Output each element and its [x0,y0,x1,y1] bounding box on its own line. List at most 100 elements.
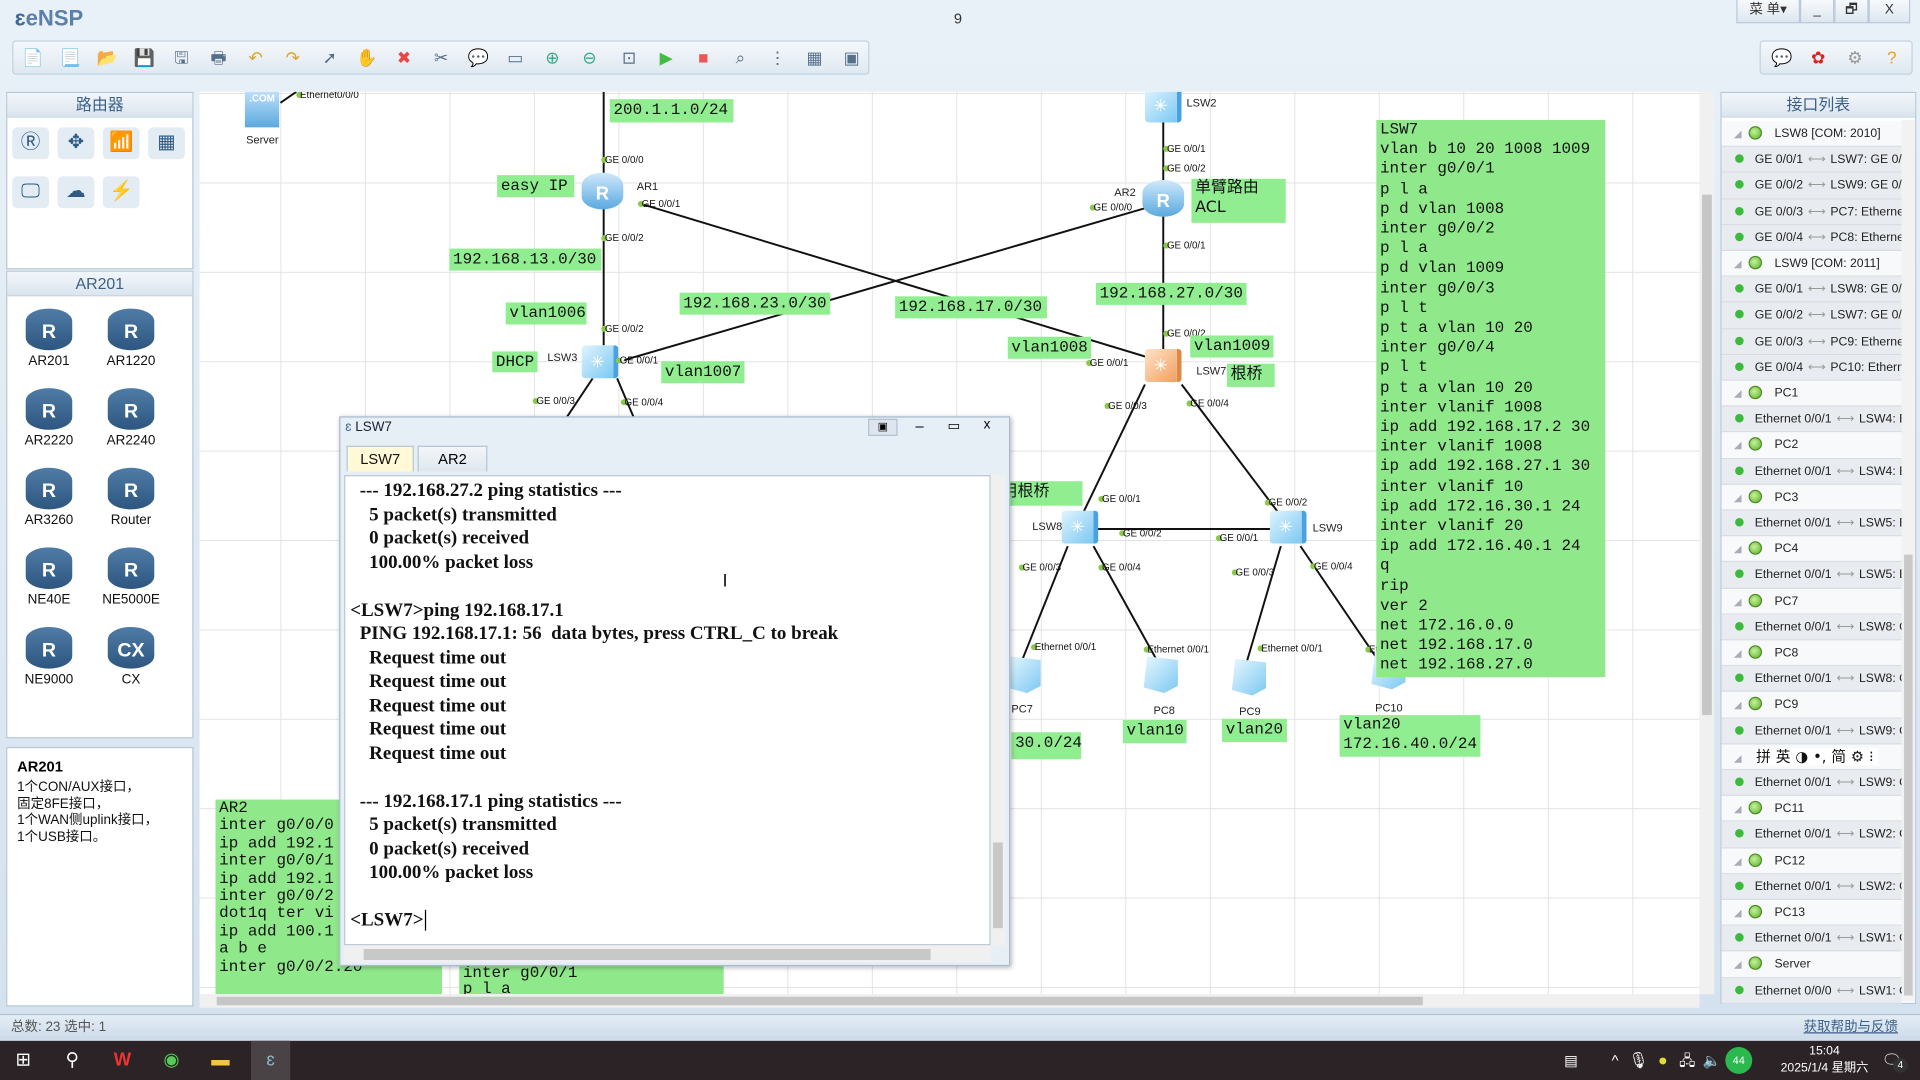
zoom-in-icon[interactable]: ⊕ [541,47,563,69]
ime-button[interactable]: ⁝ [1869,748,1874,765]
topology-note[interactable]: 根桥 [1226,363,1275,387]
device-ar3260[interactable]: R AR3260 [12,467,85,528]
expand-triangle-icon[interactable]: ◢ [1734,753,1742,764]
ime-button[interactable]: 拼 [1756,748,1771,765]
interface-link-row[interactable]: Ethernet 0/0/1 ⟷LSW5: Et [1721,510,1902,537]
switch-category-icon[interactable]: ✥ [57,127,95,160]
topology-note[interactable]: 192.168.27.0/30 [1095,282,1247,305]
device-ne5000e[interactable]: R NE5000E [94,547,167,607]
delete-icon[interactable]: ✖ [393,47,415,69]
pan-hand-icon[interactable]: ✋ [356,47,378,69]
canvas-vertical-scrollbar[interactable] [1699,91,1715,995]
wireless-category-icon[interactable]: 📶 [102,127,140,160]
interface-group-server[interactable]: ◢ Server [1721,951,1902,978]
lsw2-switch-icon[interactable]: ✳ [1144,91,1182,123]
table-view-icon[interactable]: ▦ [804,47,826,69]
device-cx[interactable]: CX CX [94,626,167,687]
interface-link-row[interactable]: GE 0/0/2⟷ LSW7: GE 0/0/ [1721,302,1902,329]
help-feedback-link[interactable]: 获取帮助与反馈 [1804,1015,1898,1039]
device-ar1220[interactable]: R AR1220 [94,308,167,369]
device-ar2240[interactable]: R AR2240 [94,388,167,448]
link-line[interactable] [279,91,297,104]
interface-group-pc9[interactable]: ◢ PC9 [1721,692,1902,719]
print-icon[interactable]: 🖶 [208,47,230,69]
topology-note[interactable]: 192.168.23.0/30 [679,292,831,315]
interface-group-pc3[interactable]: ◢ PC3 [1721,484,1902,511]
device-ne9000[interactable]: R NE9000 [12,626,85,687]
open-icon[interactable]: 📂 [96,47,118,69]
interface-group-lsw8-com-2010-[interactable]: ◢ LSW8 [COM: 2010] [1721,121,1902,148]
save-icon[interactable]: 💾 [133,47,155,69]
interface-link-row[interactable]: Ethernet 0/0/1 ⟷LSW2: G [1721,822,1902,849]
clock[interactable]: 15:04 2025/1/4 星期六 [1776,1043,1874,1077]
topology-note[interactable]: 192.168.17.0/30 [895,296,1047,319]
interface-link-row[interactable]: Ethernet 0/0/1 ⟷LSW8: G [1721,614,1902,641]
expand-triangle-icon[interactable]: ◢ [1734,855,1742,866]
expand-triangle-icon[interactable]: ◢ [1734,440,1742,451]
pc8-pc-icon[interactable] [1143,656,1178,694]
interface-link-row[interactable]: Ethernet 0/0/1 ⟷LSW4: Et [1721,406,1902,433]
network-icon[interactable]: 🖧 [1674,1048,1701,1072]
topology-fit-icon[interactable]: ⊡ [618,47,640,69]
close-button[interactable]: X [1868,0,1911,24]
interface-list-scroll-thumb[interactable] [1904,554,1913,996]
start-device-icon[interactable]: ▶ [655,47,677,69]
interface-link-row[interactable]: GE 0/0/2⟷ LSW9: GE 0/0/ [1721,173,1902,200]
new-topology-icon[interactable]: 📄 [22,47,44,69]
select-icon[interactable]: ➚ [319,47,341,69]
terminal-vscroll-thumb[interactable] [993,842,1003,929]
topology-note[interactable]: vlan1007 [661,361,745,384]
interface-group-pc11[interactable]: ◢ PC11 [1721,796,1902,823]
minimize-button[interactable]: _ [1800,0,1835,24]
terminal-window[interactable]: ɛ LSW7 ▣ – ▭ x LSW7 AR2 --- 192.168.27.2… [339,416,1011,967]
security-icon[interactable]: ● [1649,1048,1676,1072]
interface-link-row[interactable]: Ethernet 0/0/1 ⟷LSW8: G [1721,666,1902,693]
ime-button[interactable]: 英 [1776,748,1791,765]
interface-link-row[interactable]: Ethernet 0/0/1 ⟷LSW9: G [1721,770,1902,797]
terminal-output[interactable]: --- 192.168.27.2 ping statistics --- 5 p… [344,475,991,946]
device-ar201[interactable]: R AR201 [12,308,85,369]
expand-triangle-icon[interactable]: ◢ [1734,544,1742,555]
server-server-icon[interactable]: .COM [244,91,280,128]
topology-note[interactable]: 单臂路由 ACL [1191,178,1286,223]
delete-link-icon[interactable]: ✂ [430,47,452,69]
topology-note[interactable]: 192.168.13.0/30 [449,248,602,271]
terminal-title-bar[interactable]: ɛ LSW7 [345,420,392,435]
topology-note[interactable]: vlan20 [1222,718,1287,743]
lsw3-switch-icon[interactable]: ✳ [581,345,619,379]
expand-triangle-icon[interactable]: ◢ [1734,648,1742,659]
interface-group-pc2[interactable]: ◢ PC2 [1721,432,1902,459]
ime-button[interactable]: ⚙ [1851,748,1864,765]
canvas-vscroll-thumb[interactable] [1702,194,1712,716]
interface-group-pc8[interactable]: ◢ PC8 [1721,640,1902,667]
windows-start-icon[interactable]: ⊞ [10,1048,37,1072]
terminal-minimize-button[interactable]: – [906,418,933,435]
expand-triangle-icon[interactable]: ◢ [1734,129,1742,140]
interface-link-row[interactable]: GE 0/0/4 ⟷ PC8: Ethernet [1721,225,1902,252]
expand-triangle-icon[interactable]: ◢ [1734,388,1742,399]
topology-note[interactable]: 200.1.1.0/24 [609,99,734,123]
undo-icon[interactable]: ↶ [245,47,267,69]
help-icon[interactable]: ? [1881,47,1903,69]
topology-note[interactable]: easy IP [497,175,575,198]
file-explorer-icon[interactable]: ▬ [207,1048,234,1072]
menu-button[interactable]: 菜 单▾ [1736,0,1801,24]
device-router[interactable]: R Router [94,467,167,528]
lsw9-switch-icon[interactable]: ✳ [1269,510,1307,544]
ime-button[interactable]: 简 [1831,748,1846,765]
terminal-horizontal-scrollbar[interactable] [344,945,991,963]
topology-note[interactable]: vlan1008 [1007,336,1092,359]
interface-list-scrollbar[interactable] [1901,120,1916,1002]
interface-link-row[interactable]: Ethernet 0/0/1 ⟷LSW5: Et [1721,562,1902,589]
interface-link-row[interactable]: GE 0/0/1⟷ LSW7: GE 0/0/ [1721,147,1902,174]
pc-category-icon[interactable]: 🖵 [12,176,49,209]
interface-link-row[interactable]: GE 0/0/3 ⟷ PC9: Ethernet [1721,328,1902,355]
topology-note[interactable]: vlan1006 [505,302,587,325]
firewall-category-icon[interactable]: ▦ [148,127,185,160]
tab-ar2[interactable]: AR2 [417,445,488,472]
expand-triangle-icon[interactable]: ◢ [1734,258,1742,269]
interface-group-lsw9-com-2011-[interactable]: ◢ LSW9 [COM: 2011] [1721,251,1902,277]
ime-button[interactable]: ◑ [1795,748,1808,765]
lsw8-switch-icon[interactable]: ✳ [1061,510,1099,544]
device-ar2220[interactable]: R AR2220 [12,388,85,448]
